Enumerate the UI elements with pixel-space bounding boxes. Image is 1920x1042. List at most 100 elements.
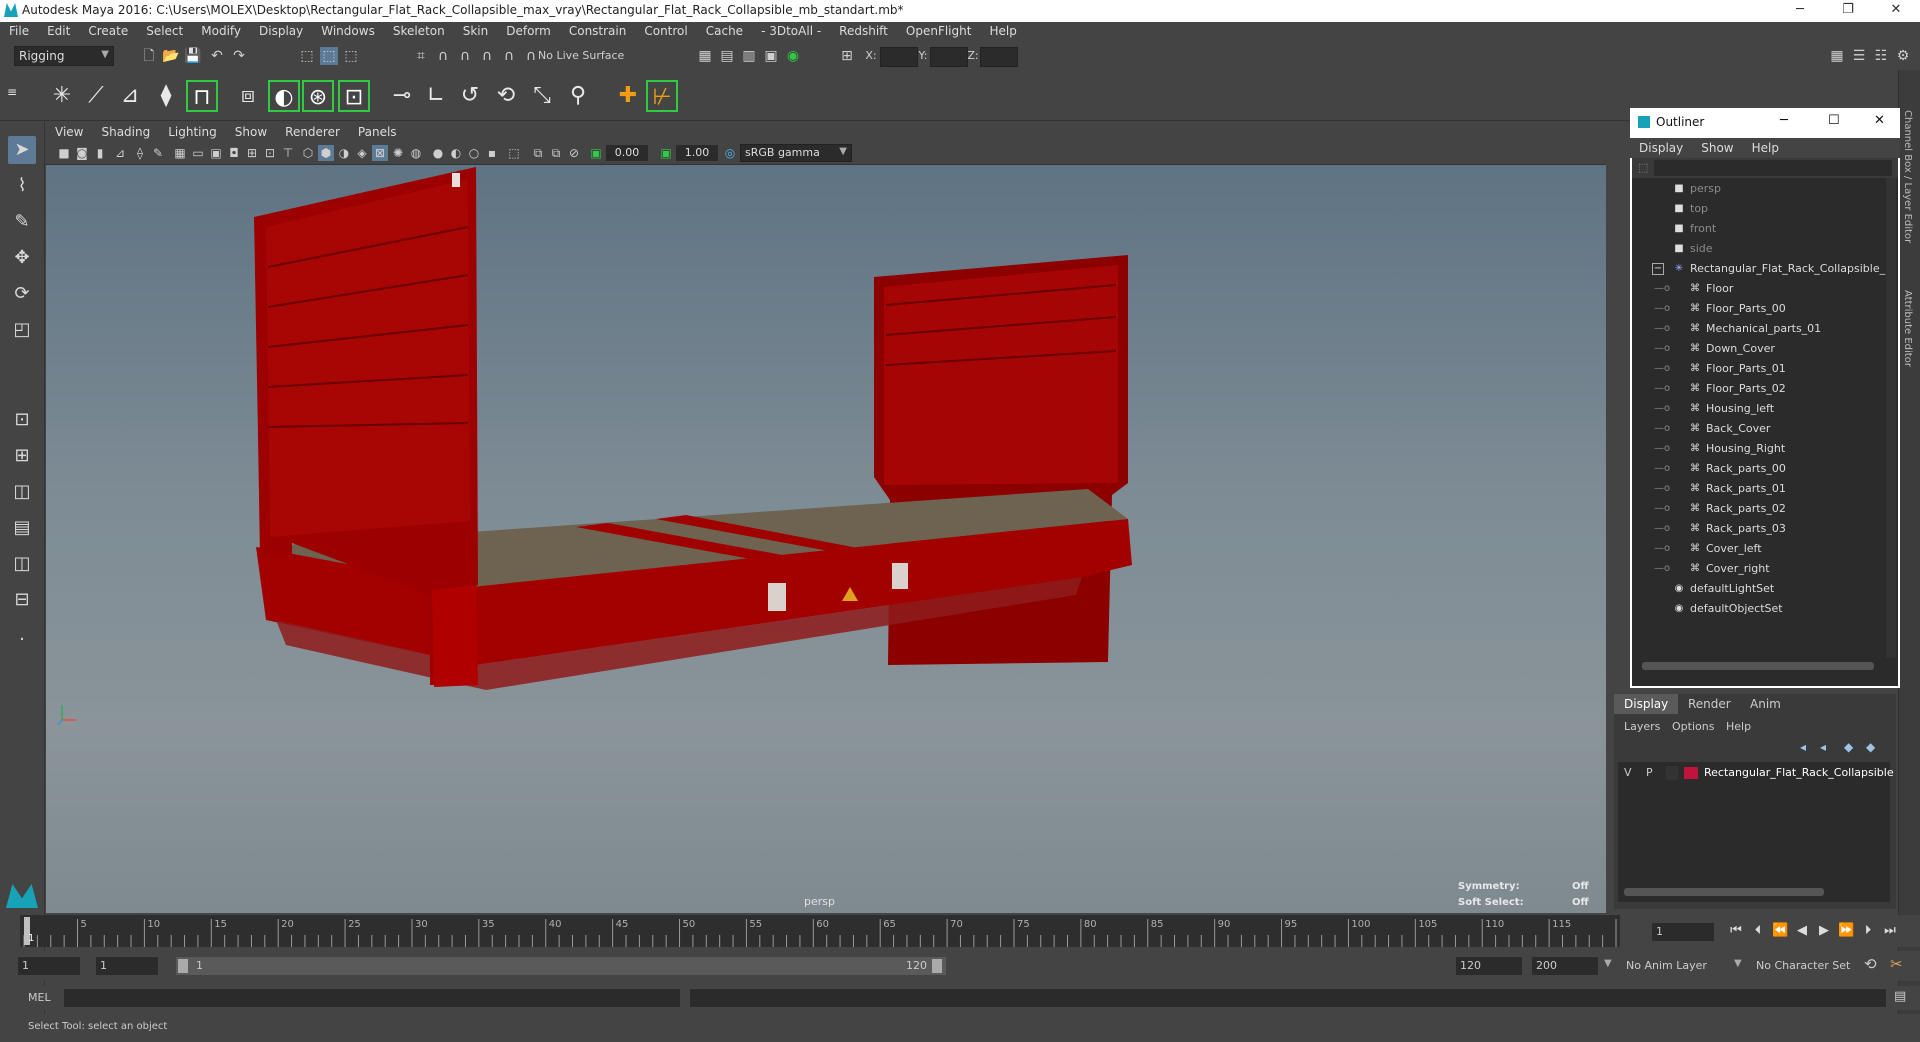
outliner-item-floor[interactable]: —o ⌘ Floor bbox=[1632, 280, 1880, 298]
new-layer-selected-icon[interactable]: ◆ bbox=[1866, 740, 1875, 754]
outliner-item-root[interactable]: − ✳ Rectangular_Flat_Rack_Collapsible_n bbox=[1632, 260, 1892, 278]
snap-point-icon[interactable]: ∩ bbox=[456, 47, 474, 65]
menu-skin[interactable]: Skin bbox=[454, 22, 498, 42]
select-hierarchy-icon[interactable]: ⬚ bbox=[298, 47, 316, 65]
scale-constraint-icon[interactable]: ⤡ bbox=[526, 80, 558, 112]
side-by-side-layout-icon[interactable]: ◫ bbox=[8, 478, 36, 506]
outliner-minimize-button[interactable]: ─ bbox=[1780, 113, 1788, 128]
menu-control[interactable]: Control bbox=[635, 22, 696, 42]
script-language-label[interactable]: MEL bbox=[28, 991, 51, 1004]
command-input[interactable] bbox=[64, 989, 680, 1007]
outliner-menu-show[interactable]: Show bbox=[1692, 138, 1742, 158]
z-field[interactable] bbox=[980, 47, 1018, 67]
mode-dropdown[interactable]: Rigging ▼ bbox=[14, 46, 114, 66]
point-constraint-icon[interactable]: ⊸ bbox=[386, 80, 418, 112]
snap-curve-icon[interactable]: ∩ bbox=[434, 47, 452, 65]
go-to-end-icon[interactable]: ⏭ bbox=[1882, 923, 1898, 939]
menu-modify[interactable]: Modify bbox=[192, 22, 250, 42]
camera-attributes-icon[interactable]: ◙ bbox=[74, 145, 90, 161]
outliner-item-mechanical-parts-01[interactable]: —o ⌘ Mechanical_parts_01 bbox=[1632, 320, 1880, 338]
perspective-viewport[interactable]: Symmetry: Off Soft Select: Off persp bbox=[46, 165, 1606, 913]
more-layouts-icon[interactable]: · bbox=[8, 626, 36, 654]
select-tool-icon[interactable]: ➤ bbox=[8, 136, 36, 164]
transform-icon[interactable]: ⊞ bbox=[838, 47, 856, 65]
tab-display[interactable]: Display bbox=[1614, 694, 1679, 714]
current-frame-field[interactable]: 1 bbox=[1652, 923, 1714, 941]
select-component-icon[interactable]: ⬚ bbox=[342, 47, 360, 65]
layer-display-type[interactable] bbox=[1666, 766, 1678, 780]
outliner-item-rack-parts-00[interactable]: —o ⌘ Rack_parts_00 bbox=[1632, 460, 1880, 478]
outliner-item-side[interactable]: ■ side bbox=[1632, 240, 1880, 258]
restore-button[interactable]: ❐ bbox=[1834, 2, 1862, 20]
exposure-field[interactable]: 0.00 bbox=[606, 145, 648, 161]
menu-display[interactable]: Display bbox=[250, 22, 312, 42]
render-settings-icon[interactable]: ▦ bbox=[696, 47, 714, 65]
lasso-tool-icon[interactable]: ⌇ bbox=[8, 172, 36, 200]
snap-view-icon[interactable]: ∩ bbox=[478, 47, 496, 65]
outliner-item-rack-parts-03[interactable]: —o ⌘ Rack_parts_03 bbox=[1632, 520, 1880, 538]
start-frame-field[interactable]: 1 bbox=[18, 957, 80, 975]
scale-tool-icon[interactable]: ◰ bbox=[8, 316, 36, 344]
menu-constrain[interactable]: Constrain bbox=[560, 22, 636, 42]
outliner-horizontal-scrollbar[interactable] bbox=[1642, 662, 1874, 670]
layer-name[interactable]: Rectangular_Flat_Rack_Collapsible bbox=[1704, 766, 1894, 779]
layer-menu-help[interactable]: Help bbox=[1726, 720, 1751, 733]
gate-mask-icon[interactable]: ◘ bbox=[226, 145, 242, 161]
tool-settings-toggle-icon[interactable]: ⚙ bbox=[1894, 47, 1912, 65]
close-button[interactable]: ✕ bbox=[1882, 2, 1910, 20]
step-back-icon[interactable]: ⏴ bbox=[1750, 923, 1766, 939]
outliner-item-floor-parts-01[interactable]: —o ⌘ Floor_Parts_01 bbox=[1632, 360, 1880, 378]
outliner-item-rack-parts-02[interactable]: —o ⌘ Rack_parts_02 bbox=[1632, 500, 1880, 518]
outliner-item-rack-parts-01[interactable]: —o ⌘ Rack_parts_01 bbox=[1632, 480, 1880, 498]
play-forwards-icon[interactable]: ▶ bbox=[1816, 923, 1832, 939]
outliner-item-cover-right[interactable]: —o ⌘ Cover_right bbox=[1632, 560, 1880, 578]
shade-wireframe-icon[interactable]: ◑ bbox=[336, 145, 352, 161]
locator-icon[interactable]: ✚ bbox=[612, 80, 644, 112]
render-view-icon[interactable]: ▣ bbox=[762, 47, 780, 65]
viewport-menu-shading[interactable]: Shading bbox=[92, 122, 159, 142]
textured-icon[interactable]: ◈ bbox=[354, 145, 370, 161]
select-object-icon[interactable]: ⬚ bbox=[320, 47, 338, 65]
shelf-menu-icon[interactable]: ≡ bbox=[4, 76, 20, 108]
menu-help[interactable]: Help bbox=[980, 22, 1025, 42]
auto-key-icon[interactable]: ⟲ bbox=[1864, 955, 1877, 973]
range-start-handle[interactable] bbox=[178, 959, 188, 973]
outliner-item-default-light-set[interactable]: ◉ defaultLightSet bbox=[1632, 580, 1880, 598]
pole-vector-icon[interactable]: ⚲ bbox=[562, 80, 594, 112]
end-frame-field[interactable]: 200 bbox=[1532, 957, 1598, 975]
gamma-icon[interactable]: ▣ bbox=[658, 145, 674, 161]
lattice-icon[interactable]: ⊛ bbox=[302, 80, 334, 112]
layer-color-swatch[interactable] bbox=[1684, 767, 1698, 779]
menu-deform[interactable]: Deform bbox=[497, 22, 560, 42]
hypershade-icon[interactable]: ◉ bbox=[784, 47, 802, 65]
orient-joint-icon[interactable]: ⊓ bbox=[186, 80, 218, 112]
cluster-icon[interactable]: ⊡ bbox=[338, 80, 370, 112]
open-scene-icon[interactable]: 📂 bbox=[162, 47, 180, 65]
chevron-down-icon[interactable]: ▼ bbox=[1734, 958, 1742, 969]
move-layer-down-icon[interactable]: ◂ bbox=[1820, 740, 1826, 754]
bookmark-icon[interactable]: ▮ bbox=[92, 145, 108, 161]
outliner-item-floor-parts-02[interactable]: —o ⌘ Floor_Parts_02 bbox=[1632, 380, 1880, 398]
outliner-search-bar[interactable]: ⬚ bbox=[1632, 158, 1898, 178]
script-editor-icon[interactable]: ▤ bbox=[1894, 989, 1906, 1004]
viewport-menu-view[interactable]: View bbox=[46, 122, 92, 142]
new-scene-icon[interactable]: 🗋 bbox=[140, 47, 158, 65]
collapse-icon[interactable]: − bbox=[1652, 263, 1664, 275]
ik-handle-icon[interactable]: ⟋ bbox=[80, 80, 112, 112]
shadows-icon[interactable]: ✺ bbox=[390, 145, 406, 161]
paint-select-icon[interactable]: ✎ bbox=[8, 208, 36, 236]
layer-row[interactable]: V P Rectangular_Flat_Rack_Collapsible bbox=[1618, 764, 1894, 782]
prev-key-icon[interactable]: ⏪ bbox=[1772, 923, 1788, 939]
hypergraph-layout-icon[interactable]: ⊟ bbox=[8, 586, 36, 614]
viewport-menu-renderer[interactable]: Renderer bbox=[276, 122, 349, 142]
layer-visibility-toggle[interactable]: V bbox=[1624, 766, 1632, 779]
xray-icon[interactable]: ⬚ bbox=[506, 145, 522, 161]
outliner-vertical-scrollbar[interactable] bbox=[1886, 178, 1896, 658]
menu-create[interactable]: Create bbox=[79, 22, 137, 42]
menu-cache[interactable]: Cache bbox=[697, 22, 752, 42]
outliner-item-cover-left[interactable]: —o ⌘ Cover_left bbox=[1632, 540, 1880, 558]
ik-spline-icon[interactable]: ⊿ bbox=[114, 80, 146, 112]
go-to-start-icon[interactable]: ⏮ bbox=[1728, 923, 1744, 939]
live-surface-label[interactable]: No Live Surface bbox=[538, 47, 648, 65]
menu-openflight[interactable]: OpenFlight bbox=[897, 22, 981, 42]
